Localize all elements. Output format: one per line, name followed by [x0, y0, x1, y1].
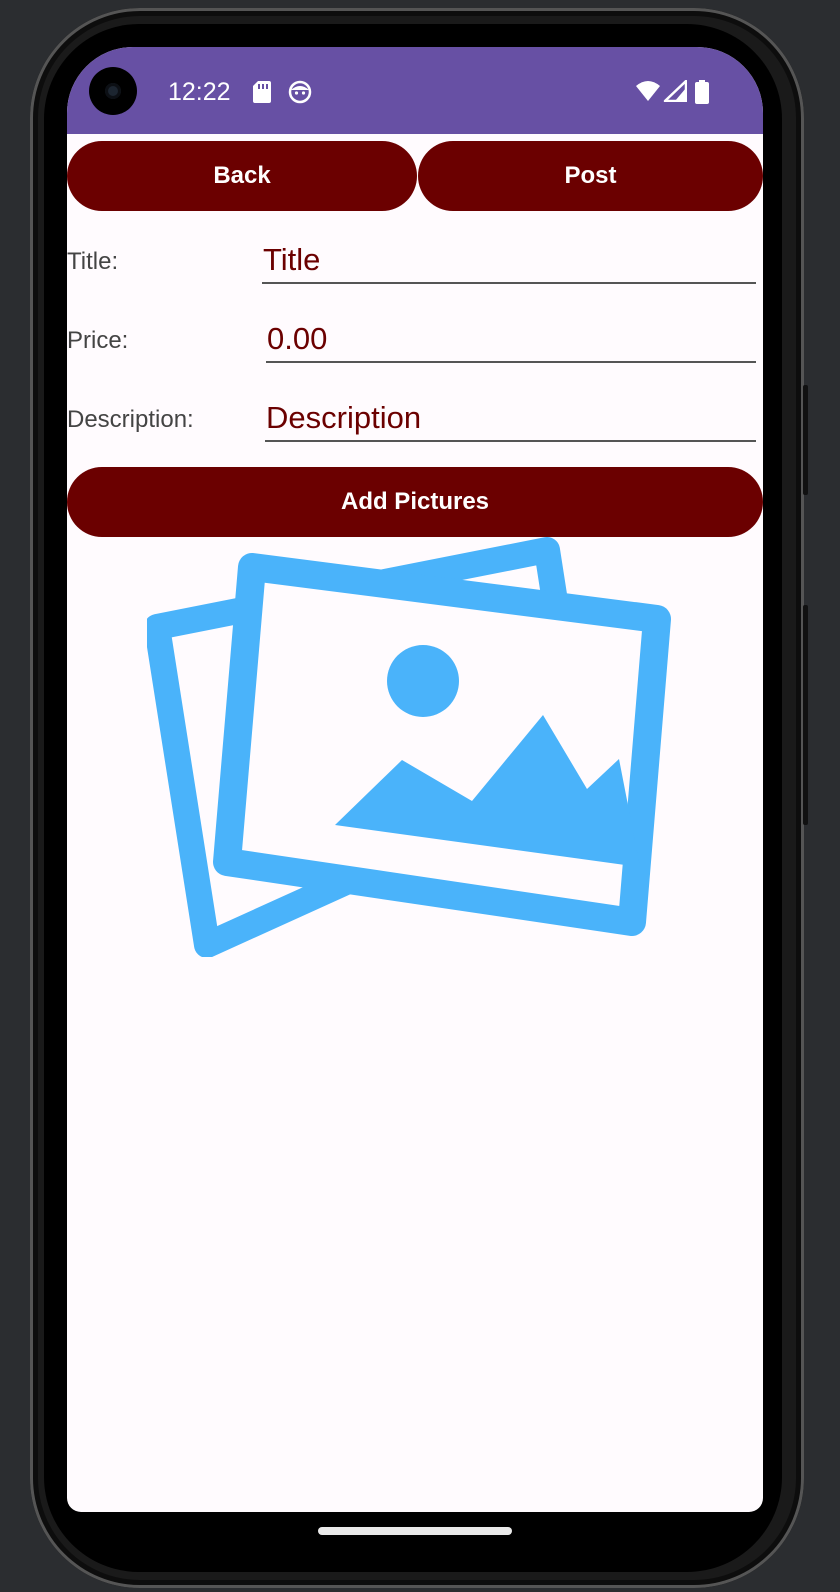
- face-icon: [288, 80, 312, 109]
- price-input[interactable]: 0.00: [266, 317, 756, 363]
- home-gesture-bar[interactable]: [318, 1527, 512, 1535]
- sd-card-icon: [252, 80, 272, 109]
- image-gallery-icon: [144, 537, 687, 962]
- battery-icon: [694, 80, 710, 109]
- wifi-icon: [635, 80, 661, 107]
- price-label: Price:: [67, 327, 129, 354]
- title-input[interactable]: Title: [262, 238, 756, 284]
- title-label: Title:: [67, 248, 119, 275]
- description-input[interactable]: Description: [265, 396, 756, 442]
- signal-icon: [663, 79, 688, 107]
- app-screen: 12:22 Back Post Title: Title Price: 0.00…: [67, 47, 763, 1512]
- back-button[interactable]: Back: [67, 141, 417, 211]
- status-clock: 12:22: [168, 78, 231, 106]
- power-button: [803, 385, 808, 495]
- description-label: Description:: [67, 406, 194, 433]
- post-button[interactable]: Post: [418, 141, 763, 211]
- add-pictures-button[interactable]: Add Pictures: [67, 467, 763, 537]
- status-bar: 12:22: [67, 47, 763, 134]
- front-camera: [89, 67, 137, 115]
- volume-button: [803, 605, 808, 825]
